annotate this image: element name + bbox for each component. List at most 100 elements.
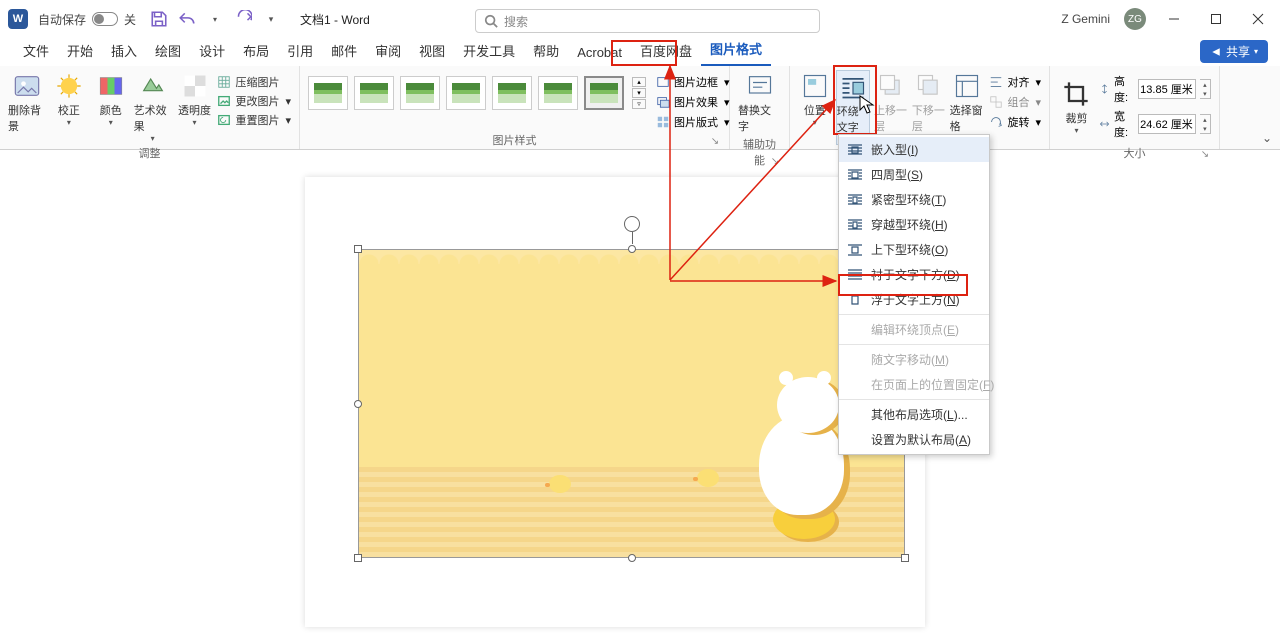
wrap-menu-item[interactable]: 浮于文字上方(N) — [839, 287, 989, 312]
rotate-handle[interactable] — [624, 216, 640, 232]
width-input[interactable] — [1138, 114, 1196, 134]
tab-acrobat[interactable]: Acrobat — [568, 40, 631, 66]
bring-forward-button[interactable]: 上移一层▾ — [874, 70, 908, 143]
resize-handle-tm[interactable] — [628, 245, 636, 253]
wrap-menu-label: 设置为默认布局(A) — [871, 431, 971, 448]
send-backward-button[interactable]: 下移一层▾ — [912, 70, 946, 143]
group-button[interactable]: 组合▾ — [989, 94, 1041, 110]
tab-home[interactable]: 开始 — [58, 36, 102, 66]
save-icon[interactable] — [150, 10, 168, 28]
remove-background-button[interactable]: 删除背景 — [8, 70, 46, 134]
resize-handle-bl[interactable] — [354, 554, 362, 562]
tab-view[interactable]: 视图 — [410, 36, 454, 66]
picture-layout-button[interactable]: 图片版式▾ — [656, 114, 730, 130]
undo-icon[interactable] — [178, 10, 196, 28]
gallery-scroll-down[interactable]: ▾ — [632, 88, 646, 98]
picture-styles-gallery[interactable]: ▴ ▾ ▿ — [308, 70, 646, 110]
gallery-scroll-up[interactable]: ▴ — [632, 77, 646, 87]
tab-layout[interactable]: 布局 — [234, 36, 278, 66]
wrap-menu-item[interactable]: 四周型(S) — [839, 162, 989, 187]
change-picture-button[interactable]: 更改图片▾ — [217, 93, 291, 109]
picture-border-button[interactable]: 图片边框▾ — [656, 74, 730, 90]
wrap-menu-item[interactable]: 设置为默认布局(A) — [839, 427, 989, 452]
wrap-option-icon — [847, 378, 863, 392]
transparency-button[interactable]: 透明度▾ — [176, 70, 214, 127]
artistic-effects-button[interactable]: 艺术效果▾ — [134, 70, 172, 143]
tab-insert[interactable]: 插入 — [102, 36, 146, 66]
mouse-cursor-icon — [859, 95, 875, 115]
wrap-menu-item[interactable]: 衬于文字下方(D) — [839, 262, 989, 287]
style-thumb-2[interactable] — [354, 76, 394, 110]
wrap-option-icon — [847, 353, 863, 367]
wrap-menu-item[interactable]: 紧密型环绕(T) — [839, 187, 989, 212]
tab-draw[interactable]: 绘图 — [146, 36, 190, 66]
styles-launcher[interactable]: ↘ — [709, 136, 721, 148]
wrap-option-icon — [847, 218, 863, 232]
resize-handle-br[interactable] — [901, 554, 909, 562]
alt-text-button[interactable]: 替换文字 — [738, 70, 781, 134]
tab-references[interactable]: 引用 — [278, 36, 322, 66]
selection-pane-button[interactable]: 选择窗格 — [950, 70, 984, 134]
change-picture-icon — [217, 94, 231, 108]
picture-effects-button[interactable]: 图片效果▾ — [656, 94, 730, 110]
wrap-menu-item[interactable]: 上下型环绕(O) — [839, 237, 989, 262]
color-button[interactable]: 颜色▾ — [92, 70, 130, 127]
style-thumb-1[interactable] — [308, 76, 348, 110]
style-thumb-3[interactable] — [400, 76, 440, 110]
word-app-icon: W — [8, 9, 28, 29]
tab-file[interactable]: 文件 — [14, 36, 58, 66]
close-button[interactable] — [1244, 5, 1272, 33]
artistic-icon — [139, 72, 167, 100]
qat-customize-caret[interactable]: ▾ — [262, 10, 280, 28]
wrap-menu-label: 在页面上的位置固定(F) — [871, 376, 994, 393]
height-input[interactable] — [1138, 79, 1196, 99]
tab-help[interactable]: 帮助 — [524, 36, 568, 66]
rotate-button[interactable]: 旋转▾ — [989, 114, 1041, 130]
wrap-option-icon — [847, 243, 863, 257]
minimize-button[interactable] — [1160, 5, 1188, 33]
redo-icon[interactable] — [234, 10, 252, 28]
maximize-button[interactable] — [1202, 5, 1230, 33]
resize-handle-tl[interactable] — [354, 245, 362, 253]
resize-handle-ml[interactable] — [354, 400, 362, 408]
search-box[interactable]: 搜索 — [475, 9, 820, 33]
collapse-ribbon-button[interactable]: ⌄ — [1262, 131, 1272, 145]
tab-design[interactable]: 设计 — [190, 36, 234, 66]
undo-more-caret[interactable]: ▾ — [206, 10, 224, 28]
size-launcher[interactable]: ↘ — [1199, 149, 1211, 161]
wrap-menu-item[interactable]: 穿越型环绕(H) — [839, 212, 989, 237]
width-spinner[interactable]: ▴▾ — [1200, 114, 1211, 134]
compress-pictures-button[interactable]: 压缩图片 — [217, 74, 291, 90]
selected-image[interactable] — [358, 249, 905, 558]
height-spinner[interactable]: ▴▾ — [1200, 79, 1211, 99]
reset-picture-button[interactable]: 重置图片▾ — [217, 112, 291, 128]
wrap-menu-item[interactable]: 其他布局选项(L)... — [839, 402, 989, 427]
group-label-adjust: 调整 — [139, 148, 161, 160]
style-thumb-4[interactable] — [446, 76, 486, 110]
wrap-menu-label: 嵌入型(I) — [871, 141, 918, 158]
align-icon — [989, 75, 1003, 89]
transparency-icon — [181, 72, 209, 100]
ax-launcher[interactable]: ↘ — [769, 156, 781, 168]
resize-handle-bm[interactable] — [628, 554, 636, 562]
crop-button[interactable]: 裁剪▾ — [1058, 78, 1095, 135]
tab-developer[interactable]: 开发工具 — [454, 36, 524, 66]
wrap-option-icon — [847, 433, 863, 447]
autosave-toggle[interactable] — [92, 12, 118, 26]
share-button[interactable]: 共享 ▾ — [1200, 40, 1268, 63]
tab-review[interactable]: 审阅 — [366, 36, 410, 66]
style-thumb-5[interactable] — [492, 76, 532, 110]
style-thumb-6[interactable] — [538, 76, 578, 110]
user-avatar[interactable]: ZG — [1124, 8, 1146, 30]
wrap-menu-item[interactable]: 嵌入型(I) — [839, 137, 989, 162]
gallery-expand[interactable]: ▿ — [632, 99, 646, 109]
style-thumb-7[interactable] — [584, 76, 624, 110]
image-bear — [759, 415, 844, 515]
tab-baidu[interactable]: 百度网盘 — [631, 36, 701, 66]
tab-picture-format[interactable]: 图片格式 — [701, 34, 771, 66]
position-button[interactable]: 位置▾ — [798, 70, 832, 127]
autosave-label: 自动保存 — [38, 11, 86, 28]
corrections-button[interactable]: 校正▾ — [50, 70, 88, 127]
tab-mailings[interactable]: 邮件 — [322, 36, 366, 66]
align-button[interactable]: 对齐▾ — [989, 74, 1041, 90]
